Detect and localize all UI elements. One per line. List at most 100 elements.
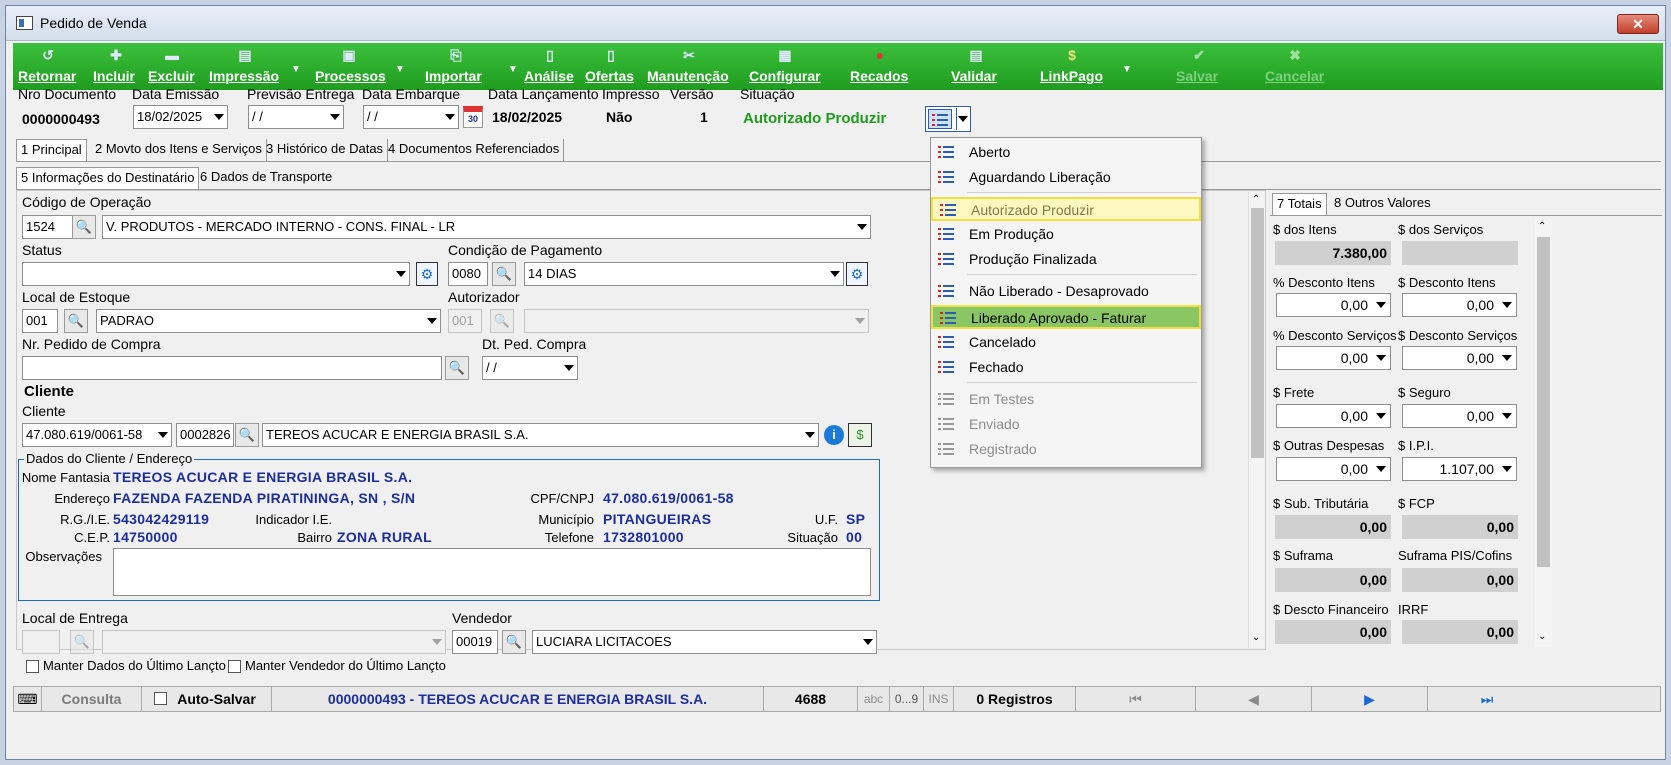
list-icon[interactable] <box>928 109 952 129</box>
local-entrega-search-button[interactable]: 🔍 <box>70 630 94 654</box>
condicao-pagamento-select[interactable]: 14 DIAS <box>524 262 844 286</box>
chevron-down-icon[interactable]: ⌄ <box>1252 632 1260 643</box>
chevron-down-icon[interactable] <box>1502 302 1512 308</box>
tab-documentos-referenciados[interactable]: 4 Documentos Referenciados <box>384 139 565 161</box>
data-embarque-field[interactable]: / / <box>363 105 459 129</box>
local-entrega-code-field[interactable] <box>22 630 60 654</box>
dt-ped-compra-field[interactable]: / / <box>482 356 578 380</box>
codigo-operacao-search-button[interactable]: 🔍 <box>72 215 96 239</box>
chevron-down-icon[interactable] <box>214 114 224 120</box>
chevron-down-icon[interactable] <box>445 114 455 120</box>
desc-servicos-field[interactable]: 0,00 <box>1402 346 1517 370</box>
last-record-button[interactable]: ⏭ <box>1428 687 1546 711</box>
observacoes-textarea[interactable] <box>113 548 871 596</box>
cliente-cnpj-select[interactable]: 47.080.619/0061-58 <box>22 423 172 447</box>
vendedor-select[interactable]: LUCIARA LICITACOES <box>532 630 877 654</box>
tab-historico-datas[interactable]: 3 Histórico de Datas <box>262 139 389 161</box>
chevron-down-icon[interactable] <box>1502 355 1512 361</box>
situacao-menu-item[interactable]: Em Produção <box>931 223 1201 247</box>
form-scrollbar[interactable]: ⌃ ⌄ <box>1248 192 1265 648</box>
ipi-field[interactable]: 1.107,00 <box>1402 457 1517 481</box>
situacao-menu-item[interactable]: Registrado <box>931 438 1201 462</box>
chevron-down-icon[interactable] <box>830 271 840 277</box>
next-record-button[interactable]: ▶ <box>1312 687 1428 711</box>
incluir-button[interactable]: ✚ Incluir <box>93 43 139 90</box>
totais-scrollbar[interactable]: ⌃ ⌄ <box>1535 219 1552 647</box>
situacao-menu-item[interactable]: Autorizado Produzir <box>931 197 1201 221</box>
autosave-checkbox[interactable] <box>154 692 167 705</box>
cancelar-button[interactable]: ✖ Cancelar <box>1265 43 1325 90</box>
vendedor-code-field[interactable]: 00019 <box>452 630 498 654</box>
situacao-menu-item[interactable]: Enviado <box>931 413 1201 437</box>
seguro-field[interactable]: 0,00 <box>1402 404 1517 428</box>
chevron-down-icon[interactable] <box>1376 302 1386 308</box>
chevron-down-icon[interactable] <box>1502 413 1512 419</box>
codigo-operacao-code-field[interactable]: 1524 <box>22 215 74 239</box>
vendedor-search-button[interactable]: 🔍 <box>502 630 526 654</box>
processos-dropdown[interactable]: ▼ <box>395 43 407 90</box>
tab-dados-transporte[interactable]: 6 Dados de Transporte <box>196 167 336 189</box>
nr-pedido-compra-field[interactable] <box>22 356 442 380</box>
analise-button[interactable]: ▯ Análise <box>524 43 576 90</box>
chevron-down-icon[interactable] <box>857 224 867 230</box>
chevron-down-icon[interactable] <box>432 639 442 645</box>
chevron-down-icon[interactable] <box>855 318 865 324</box>
impressao-dropdown[interactable]: ▼ <box>291 43 303 90</box>
nr-pedido-compra-search-button[interactable]: 🔍 <box>445 356 469 380</box>
configurar-button[interactable]: ▦ Configurar <box>749 43 821 90</box>
linkpago-button[interactable]: $ LinkPago <box>1040 43 1104 90</box>
situacao-menu-item[interactable]: Aberto <box>931 141 1201 165</box>
chevron-down-icon[interactable]: ⌄ <box>1538 631 1546 642</box>
autorizador-code-field[interactable]: 001 <box>448 309 482 333</box>
linkpago-dropdown[interactable]: ▼ <box>1122 43 1134 90</box>
autorizador-select[interactable] <box>524 309 869 333</box>
tab-outros-valores[interactable]: 8 Outros Valores <box>1330 193 1435 215</box>
chevron-down-icon[interactable] <box>805 432 815 438</box>
importar-dropdown[interactable]: ▼ <box>508 43 520 90</box>
situacao-menu-item[interactable]: Em Testes <box>931 388 1201 412</box>
situacao-menu-item[interactable]: Cancelado <box>931 331 1201 355</box>
condicao-pagamento-settings-button[interactable]: ⚙ <box>846 262 868 286</box>
codigo-operacao-select[interactable]: V. PRODUTOS - MERCADO INTERNO - CONS. FI… <box>102 215 871 239</box>
calendar-icon[interactable]: 30 <box>463 106 483 128</box>
status-settings-button[interactable]: ⚙ <box>416 262 438 286</box>
totais-scrollbar-thumb[interactable] <box>1537 237 1550 567</box>
situacao-menu-item[interactable]: Liberado Aprovado - Faturar <box>931 305 1201 329</box>
chevron-down-icon[interactable] <box>863 639 873 645</box>
chevron-down-icon[interactable] <box>1376 466 1386 472</box>
tab-movto-itens[interactable]: 2 Movto dos Itens e Serviços <box>91 139 267 161</box>
tab-informacoes-destinatario[interactable]: 5 Informações do Destinatário <box>16 167 200 189</box>
chevron-up-icon[interactable]: ⌃ <box>1252 194 1260 205</box>
autorizador-search-button[interactable]: 🔍 <box>490 309 514 333</box>
data-emissao-field[interactable]: 18/02/2025 <box>133 105 228 129</box>
chevron-up-icon[interactable]: ⌃ <box>1538 221 1546 232</box>
local-estoque-code-field[interactable]: 001 <box>22 309 58 333</box>
autosave-toggle[interactable]: Auto-Salvar <box>142 687 272 711</box>
manter-dados-checkbox[interactable] <box>26 660 39 673</box>
retornar-button[interactable]: ↺ Retornar <box>18 43 78 90</box>
status-select[interactable] <box>22 262 410 286</box>
situacao-menu-item[interactable]: Fechado <box>931 356 1201 380</box>
validar-button[interactable]: ▤ Validar <box>951 43 1001 90</box>
chevron-down-icon[interactable] <box>396 271 406 277</box>
condicao-pagamento-search-button[interactable]: 🔍 <box>492 262 516 286</box>
chevron-down-icon[interactable] <box>564 365 574 371</box>
manutencao-button[interactable]: ✂ Manutenção <box>647 43 731 90</box>
chevron-down-icon[interactable] <box>330 114 340 120</box>
pct-desc-itens-field[interactable]: 0,00 <box>1276 293 1391 317</box>
prev-record-button[interactable]: ◀ <box>1196 687 1312 711</box>
processos-button[interactable]: ▣ Processos <box>315 43 386 90</box>
first-record-button[interactable]: ⏮ <box>1076 687 1196 711</box>
manter-vendedor-checkbox[interactable] <box>228 660 241 673</box>
frete-field[interactable]: 0,00 <box>1276 404 1391 428</box>
local-estoque-search-button[interactable]: 🔍 <box>64 309 88 333</box>
chevron-down-icon[interactable] <box>427 318 437 324</box>
salvar-button[interactable]: ✔ Salvar <box>1176 43 1222 90</box>
money-bag-icon[interactable]: $ <box>848 423 872 447</box>
excluir-button[interactable]: ▬ Excluir <box>148 43 196 90</box>
chevron-down-icon[interactable] <box>1376 413 1386 419</box>
cliente-select[interactable]: TEREOS ACUCAR E ENERGIA BRASIL S.A. <box>262 423 819 447</box>
cliente-code-field[interactable]: 0002826 <box>176 423 234 447</box>
importar-button[interactable]: ⎘ Importar <box>425 43 487 90</box>
form-scrollbar-thumb[interactable] <box>1251 208 1264 458</box>
